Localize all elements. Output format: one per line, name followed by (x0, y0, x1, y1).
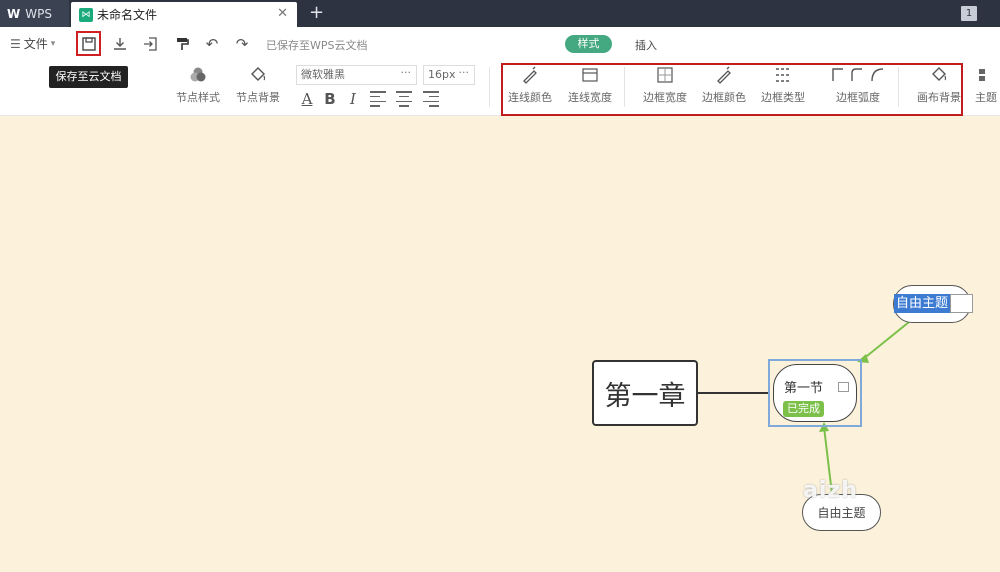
section-node-title: 第一节 (784, 381, 824, 396)
section-node-selected[interactable]: 第一节 已完成 (768, 359, 862, 427)
root-node[interactable]: 第一章 (592, 360, 698, 426)
status-badge: 已完成 (783, 401, 824, 417)
topic-edit-input[interactable]: 自由主题 (894, 294, 951, 313)
note-icon[interactable] (838, 382, 849, 392)
free-topic-node-editing[interactable]: 自由主题 (893, 285, 973, 323)
section-node-body[interactable]: 第一节 已完成 (773, 364, 857, 422)
save-tooltip: 保存至云文档 (49, 66, 128, 88)
watermark: aizh (803, 478, 858, 503)
topic-edit-caret (950, 294, 973, 313)
link-topic-top (861, 321, 910, 361)
